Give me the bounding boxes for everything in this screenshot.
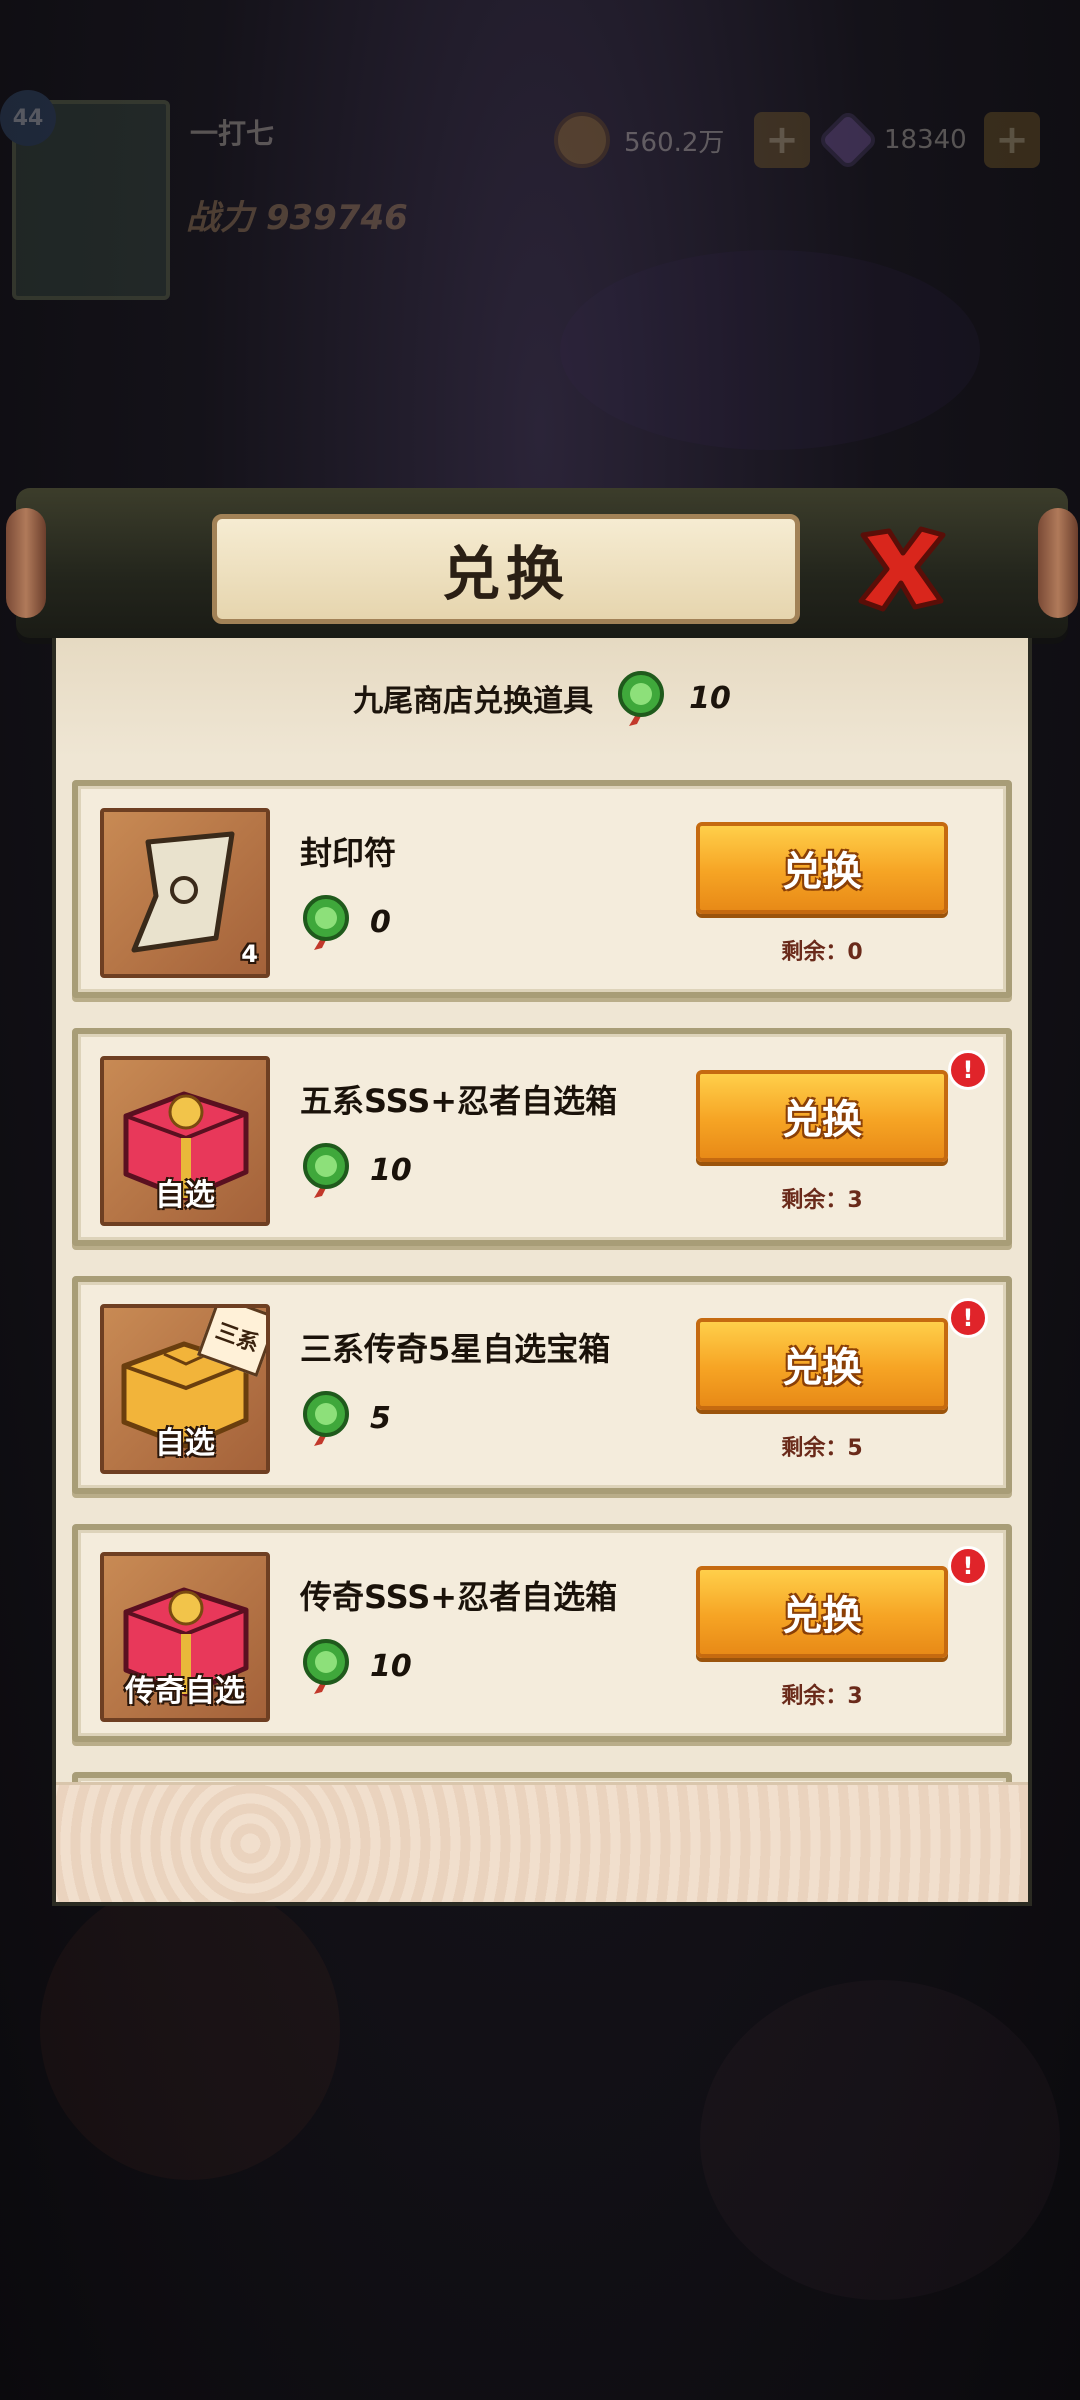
gem-value: 18340	[884, 125, 967, 155]
remaining-count: 剩余：3	[781, 1684, 863, 1709]
gold-coin-icon	[554, 112, 610, 168]
add-gem-button[interactable]: +	[984, 112, 1040, 168]
exchange-button[interactable]: 兑换	[696, 1566, 948, 1658]
green-token-icon	[303, 1143, 349, 1198]
alert-badge-icon: !	[948, 1050, 988, 1090]
green-token-icon	[303, 1639, 349, 1694]
exchange-dialog: 兑换 九尾商店兑换道具 10 4 封印符 0 兑换 剩余：0 自选 五系SSS+…	[6, 488, 1078, 1906]
item-name: 三系传奇5星自选宝箱	[300, 1330, 611, 1368]
item-icon-frame: 自选	[100, 1056, 270, 1226]
green-token-icon	[303, 1391, 349, 1446]
green-token-icon	[618, 671, 665, 726]
icon-caption: 自选	[155, 1426, 215, 1461]
exchange-button-label: 兑换	[782, 1593, 862, 1639]
add-gold-button[interactable]: +	[754, 112, 810, 168]
close-button[interactable]	[846, 518, 956, 618]
item-name: 五系SSS+忍者自选箱	[300, 1082, 618, 1120]
currency-count: 10	[689, 680, 731, 716]
icon-caption: 传奇自选	[125, 1674, 245, 1709]
scroll-footer-decoration	[56, 1782, 1028, 1902]
remaining-count: 剩余：5	[781, 1436, 863, 1461]
scroll-header: 兑换	[6, 488, 1078, 638]
green-token-icon	[303, 895, 349, 950]
remaining-count: 剩余：0	[781, 940, 863, 965]
top-hud: 44 一打七 战力 939746 560.2万 + 18340 +	[0, 60, 1080, 300]
exchange-item: 三系 自选 三系传奇5星自选宝箱 5 兑换 剩余：5 !	[72, 1276, 1012, 1494]
gem-counter: 18340 +	[816, 108, 1040, 172]
currency-header: 九尾商店兑换道具 10	[56, 638, 1028, 758]
exchange-list[interactable]: 4 封印符 0 兑换 剩余：0 自选 五系SSS+忍者自选箱 10 兑换 剩余：…	[56, 758, 1028, 1786]
item-name: 封印符	[300, 834, 397, 872]
level-badge: 44	[0, 90, 56, 146]
background-glow	[700, 1980, 1060, 2300]
title-plate: 兑换	[212, 514, 800, 624]
item-cost: 5	[300, 1390, 391, 1446]
item-quantity: 4	[241, 940, 258, 968]
player-name: 一打七	[190, 117, 275, 150]
background-glow	[560, 250, 980, 450]
exchange-item: 传奇自选 传奇SSS+忍者自选箱 10 兑换 剩余：3 !	[72, 1524, 1012, 1742]
exchange-button[interactable]: 兑换	[696, 822, 948, 914]
background-glow	[40, 1880, 340, 2180]
exchange-button-label: 兑换	[782, 1097, 862, 1143]
item-cost: 10	[300, 1142, 412, 1198]
item-cost: 10	[300, 1638, 412, 1694]
exchange-button-label: 兑换	[782, 1345, 862, 1391]
cost-value: 10	[370, 1648, 412, 1684]
dialog-body: 九尾商店兑换道具 10 4 封印符 0 兑换 剩余：0 自选 五系SSS+忍者自…	[52, 638, 1032, 1906]
gold-value: 560.2万	[624, 127, 725, 158]
cost-value: 10	[370, 1152, 412, 1188]
remaining-count: 剩余：3	[781, 1188, 863, 1213]
gem-icon	[816, 108, 880, 172]
power-value: 战力 939746	[186, 198, 408, 238]
cost-value: 0	[370, 904, 391, 940]
item-cost: 0	[300, 894, 391, 950]
dialog-title: 兑换	[441, 540, 570, 608]
exchange-button-label: 兑换	[782, 849, 862, 895]
item-icon-frame: 传奇自选	[100, 1552, 270, 1722]
item-icon-frame: 4	[100, 808, 270, 978]
close-icon	[858, 526, 946, 612]
currency-label: 九尾商店兑换道具	[353, 684, 594, 719]
scroll-roll-cap	[1038, 508, 1078, 618]
exchange-button[interactable]: 兑换	[696, 1070, 948, 1162]
item-name: 传奇SSS+忍者自选箱	[300, 1578, 618, 1616]
exchange-item: 4 封印符 0 兑换 剩余：0	[72, 780, 1012, 998]
gold-counter: 560.2万 +	[554, 108, 810, 172]
alert-badge-icon: !	[948, 1298, 988, 1338]
icon-caption: 自选	[155, 1178, 215, 1213]
scroll-roll-cap	[6, 508, 46, 618]
exchange-item: 自选 五系SSS+忍者自选箱 10 兑换 剩余：3 !	[72, 1028, 1012, 1246]
cost-value: 5	[370, 1400, 391, 1436]
exchange-button[interactable]: 兑换	[696, 1318, 948, 1410]
item-icon-frame: 三系 自选	[100, 1304, 270, 1474]
alert-badge-icon: !	[948, 1546, 988, 1586]
